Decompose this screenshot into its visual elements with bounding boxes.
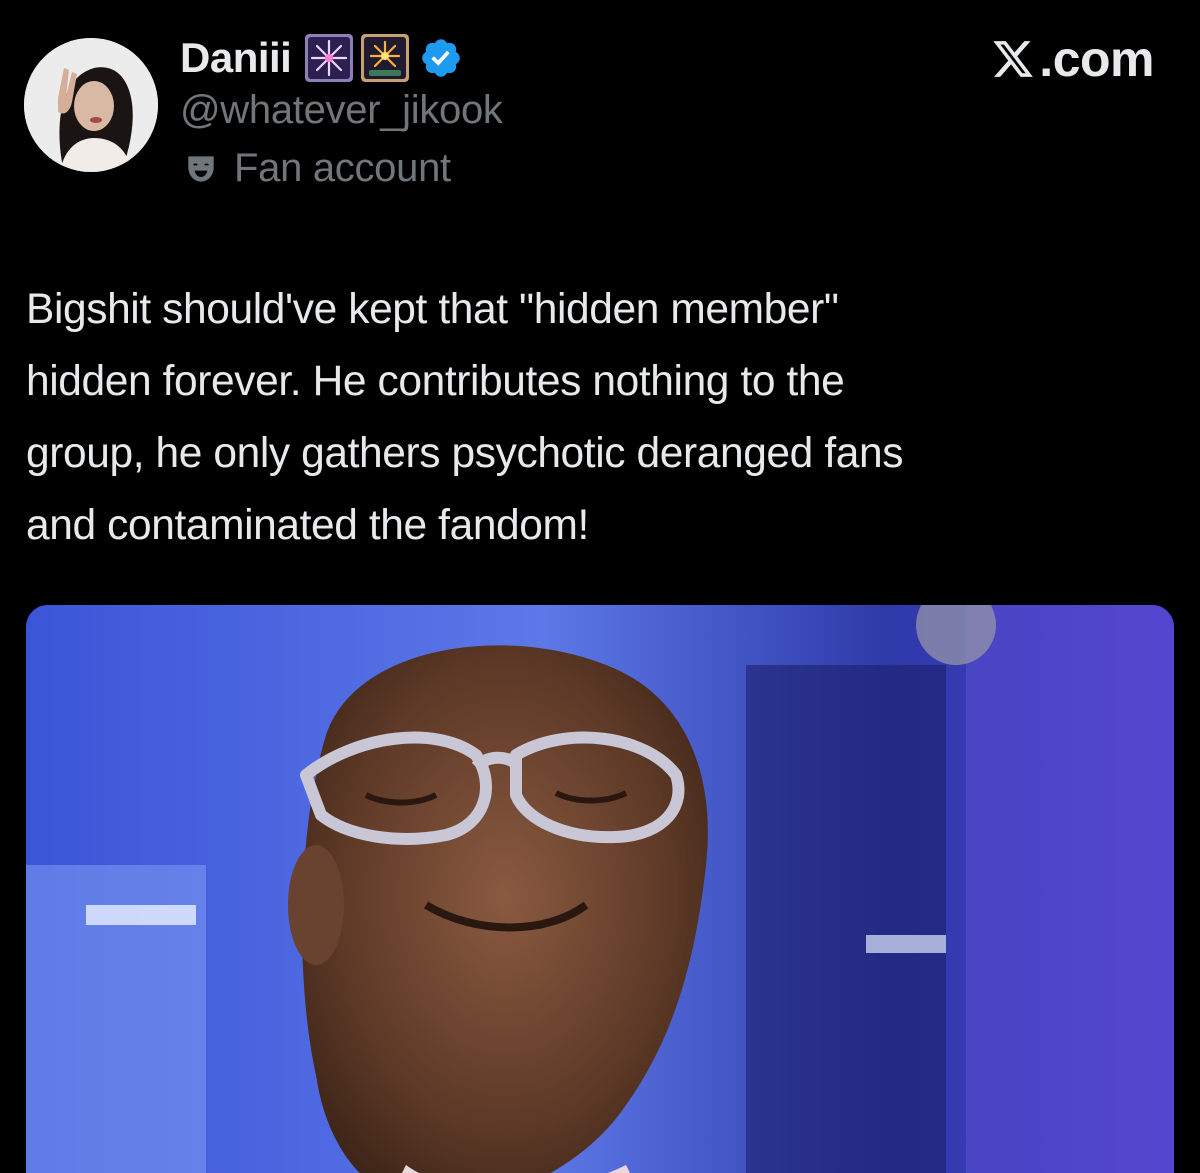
tweet-media-gif[interactable] <box>26 605 1174 1173</box>
tweet-text: Bigshit should've kept that "hidden memb… <box>26 286 904 549</box>
brand-suffix: .com <box>1039 31 1154 87</box>
avatar[interactable] <box>24 38 158 172</box>
tweet-screenshot: Daniii @whatever_jikook Fan account .com… <box>0 0 1200 1173</box>
account-label: Fan account <box>182 146 451 191</box>
brand-mark: .com <box>991 30 1154 88</box>
reaction-gif-image <box>26 605 1174 1173</box>
name-row: Daniii <box>180 30 463 86</box>
account-label-text: Fan account <box>234 146 451 190</box>
theater-masks-icon <box>182 150 220 188</box>
x-logo-icon <box>991 37 1039 81</box>
fireworks-icon <box>305 34 354 82</box>
user-handle[interactable]: @whatever_jikook <box>180 88 503 133</box>
verified-badge-icon[interactable] <box>417 36 463 80</box>
firework-sparkler-icon <box>361 34 410 82</box>
avatar-photo <box>24 38 158 172</box>
display-name[interactable]: Daniii <box>180 34 292 82</box>
